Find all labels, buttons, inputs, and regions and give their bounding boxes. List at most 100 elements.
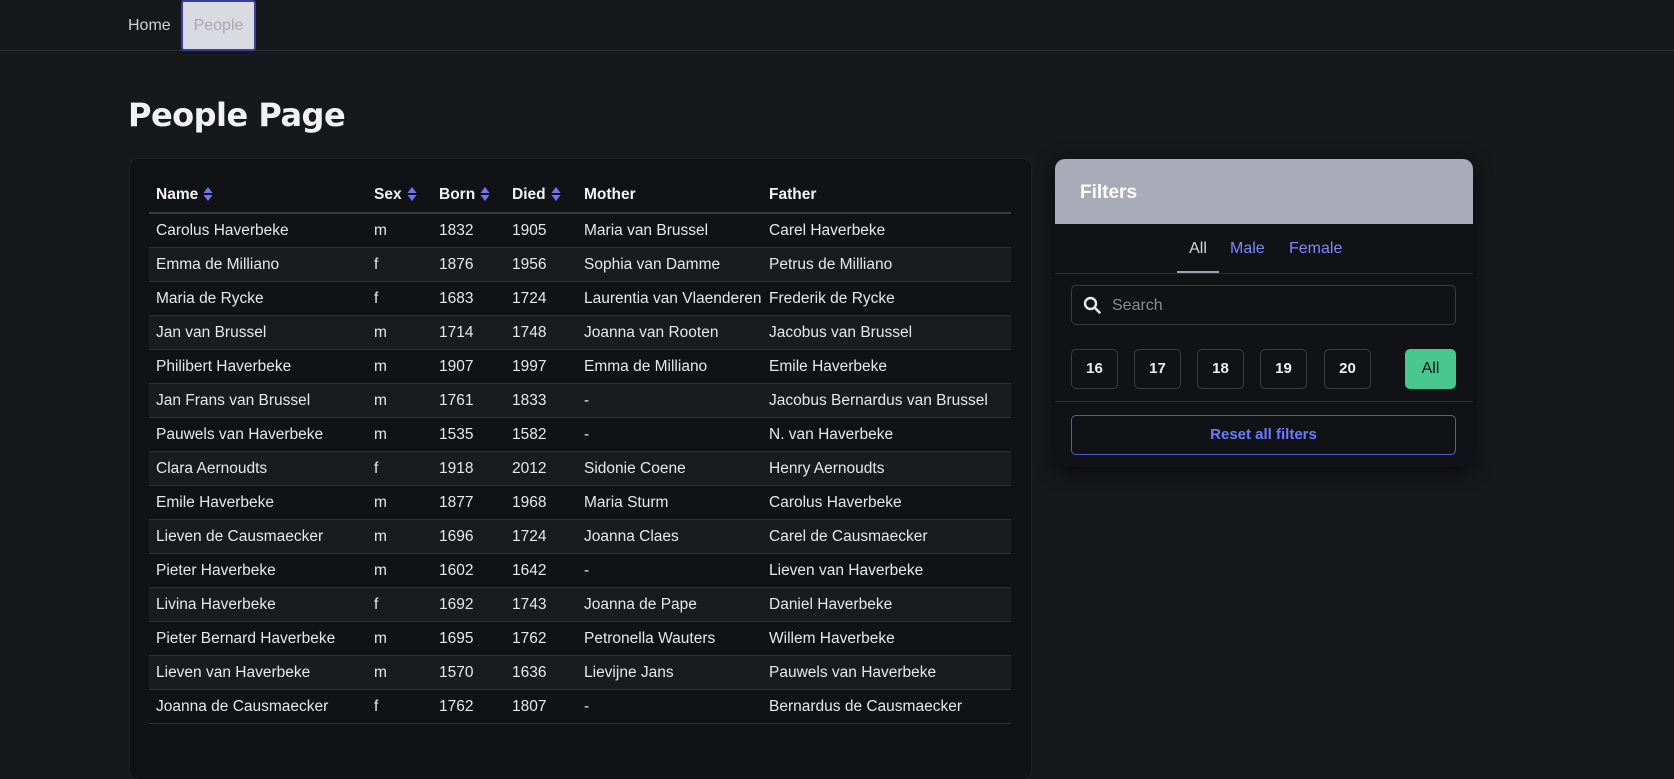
sort-icon[interactable] bbox=[407, 186, 417, 202]
born-cell: 1918 bbox=[432, 451, 505, 486]
table-header-row: Name Sex Born Died Mother Father bbox=[149, 177, 1011, 214]
mother-link[interactable]: Emma de Milliano bbox=[577, 349, 762, 384]
father-link[interactable]: Daniel Haverbeke bbox=[762, 587, 1011, 622]
person-name-link[interactable]: Jan Frans van Brussel bbox=[149, 383, 367, 418]
reset-filters-button[interactable]: Reset all filters bbox=[1071, 415, 1456, 455]
sort-icon[interactable] bbox=[551, 186, 561, 202]
table-row: Jan Frans van Brussel m 1761 1833- Jacobus B… bbox=[149, 383, 1011, 418]
sex-cell: m bbox=[367, 383, 432, 418]
person-name-link[interactable]: Joanna de Causmaecker bbox=[149, 689, 367, 724]
header-name[interactable]: Name bbox=[149, 177, 367, 214]
tab-male[interactable]: Male bbox=[1230, 224, 1265, 273]
header-died[interactable]: Died bbox=[505, 177, 577, 214]
nav-people-link[interactable]: People bbox=[181, 0, 256, 51]
search-input[interactable] bbox=[1110, 286, 1454, 326]
tab-all[interactable]: All bbox=[1177, 224, 1219, 273]
person-name-link[interactable]: Emile Haverbeke bbox=[149, 485, 367, 520]
mother-cell: - bbox=[577, 689, 762, 724]
person-name-link[interactable]: Maria de Rycke bbox=[149, 281, 367, 316]
person-name-link[interactable]: Philibert Haverbeke bbox=[149, 349, 367, 384]
father-link[interactable]: Willem Haverbeke bbox=[762, 621, 1011, 656]
sort-icon[interactable] bbox=[203, 186, 213, 202]
born-cell: 1535 bbox=[432, 417, 505, 452]
mother-link[interactable]: Joanna de Pape bbox=[577, 587, 762, 622]
table-row: Livina Haverbeke f 1692 1743 Joanna de Pape D… bbox=[149, 587, 1011, 622]
father-link[interactable]: Carel Haverbeke bbox=[762, 213, 1011, 248]
person-name-link[interactable]: Lieven van Haverbeke bbox=[149, 655, 367, 690]
father-link[interactable]: Carolus Haverbeke bbox=[762, 485, 1011, 520]
sex-cell: m bbox=[367, 621, 432, 656]
navbar: Home People bbox=[0, 0, 1674, 51]
person-name-link[interactable]: Pieter Bernard Haverbeke bbox=[149, 621, 367, 656]
died-cell: 1968 bbox=[505, 485, 577, 520]
sex-cell: m bbox=[367, 519, 432, 554]
sex-cell: m bbox=[367, 213, 432, 248]
table-row: Lieven van Haverbeke m 1570 1636 Lievijne Ja… bbox=[149, 655, 1011, 690]
born-cell: 1877 bbox=[432, 485, 505, 520]
table-row: Jan van Brussel m 1714 1748 Joanna van Roote… bbox=[149, 315, 1011, 350]
father-link[interactable]: Bernardus de Causmaecker bbox=[762, 689, 1011, 724]
mother-cell: Sophia van Damme bbox=[577, 247, 762, 282]
died-cell: 1642 bbox=[505, 553, 577, 588]
people-table: Name Sex Born Died Mother Father Carolus… bbox=[149, 177, 1011, 724]
father-link[interactable]: Pauwels van Haverbeke bbox=[762, 655, 1011, 690]
header-born[interactable]: Born bbox=[432, 177, 505, 214]
sort-icon[interactable] bbox=[480, 186, 490, 202]
born-cell: 1695 bbox=[432, 621, 505, 656]
died-cell: 1748 bbox=[505, 315, 577, 350]
filters-panel: Filters All Male Female 16 17 18 19 20 A… bbox=[1055, 159, 1473, 467]
table-row: Lieven de Causmaecker m 1696 1724 Joanna Cla… bbox=[149, 519, 1011, 554]
mother-cell: - bbox=[577, 383, 762, 418]
mother-link[interactable]: Maria Sturm bbox=[577, 485, 762, 520]
person-name-link[interactable]: Pauwels van Haverbeke bbox=[149, 417, 367, 452]
person-name-link[interactable]: Lieven de Causmaecker bbox=[149, 519, 367, 554]
century-button-16[interactable]: 16 bbox=[1071, 349, 1118, 389]
table-row: Emma de Milliano f 1876 1956 Sophia van Damm… bbox=[149, 247, 1011, 282]
person-name-link[interactable]: Livina Haverbeke bbox=[149, 587, 367, 622]
mother-link[interactable]: Lievijne Jans bbox=[577, 655, 762, 690]
table-row: Pieter Bernard Haverbeke m 1695 1762 Petrone… bbox=[149, 621, 1011, 656]
born-cell: 1602 bbox=[432, 553, 505, 588]
father-link[interactable]: Lieven van Haverbeke bbox=[762, 553, 1011, 588]
father-link[interactable]: Emile Haverbeke bbox=[762, 349, 1011, 384]
born-cell: 1692 bbox=[432, 587, 505, 622]
sex-filter-tabs: All Male Female bbox=[1055, 224, 1473, 274]
people-table-body: Carolus Haverbeke m 1832 1905 Maria van Brus… bbox=[149, 213, 1011, 724]
born-cell: 1907 bbox=[432, 349, 505, 384]
table-row: Carolus Haverbeke m 1832 1905 Maria van Brus… bbox=[149, 213, 1011, 248]
nav-home-link[interactable]: Home bbox=[128, 0, 171, 51]
person-name-link[interactable]: Clara Aernoudts bbox=[149, 451, 367, 486]
century-all-button[interactable]: All bbox=[1405, 349, 1456, 389]
sex-cell: m bbox=[367, 655, 432, 690]
died-cell: 1724 bbox=[505, 519, 577, 554]
person-name-link[interactable]: Jan van Brussel bbox=[149, 315, 367, 350]
sex-cell: m bbox=[367, 553, 432, 588]
father-link[interactable]: Jacobus Bernardus van Brussel bbox=[762, 383, 1011, 418]
filters-header: Filters bbox=[1055, 159, 1473, 224]
sex-cell: m bbox=[367, 315, 432, 350]
header-mother: Mother bbox=[577, 177, 762, 214]
sex-cell: m bbox=[367, 349, 432, 384]
mother-cell: Petronella Wauters bbox=[577, 621, 762, 656]
person-name-link[interactable]: Emma de Milliano bbox=[149, 247, 367, 282]
died-cell: 1807 bbox=[505, 689, 577, 724]
century-button-19[interactable]: 19 bbox=[1260, 349, 1307, 389]
header-sex[interactable]: Sex bbox=[367, 177, 432, 214]
century-button-18[interactable]: 18 bbox=[1197, 349, 1244, 389]
mother-link[interactable]: Maria van Brussel bbox=[577, 213, 762, 248]
century-button-20[interactable]: 20 bbox=[1324, 349, 1371, 389]
table-row: Clara Aernoudts f 1918 2012 Sidonie Coene Hen… bbox=[149, 451, 1011, 486]
tab-female[interactable]: Female bbox=[1289, 224, 1342, 273]
father-cell: Jacobus van Brussel bbox=[762, 315, 1011, 350]
person-name-link[interactable]: Carolus Haverbeke bbox=[149, 213, 367, 248]
table-row: Emile Haverbeke m 1877 1968 Maria Sturm Carol… bbox=[149, 485, 1011, 520]
sex-cell: f bbox=[367, 689, 432, 724]
header-father: Father bbox=[762, 177, 1011, 214]
mother-cell: Joanna van Rooten bbox=[577, 315, 762, 350]
century-button-17[interactable]: 17 bbox=[1134, 349, 1181, 389]
century-filter-row: 16 17 18 19 20 All bbox=[1055, 337, 1473, 402]
father-cell: Carel de Causmaecker bbox=[762, 519, 1011, 554]
search-icon bbox=[1083, 296, 1101, 314]
born-cell: 1762 bbox=[432, 689, 505, 724]
person-name-link[interactable]: Pieter Haverbeke bbox=[149, 553, 367, 588]
